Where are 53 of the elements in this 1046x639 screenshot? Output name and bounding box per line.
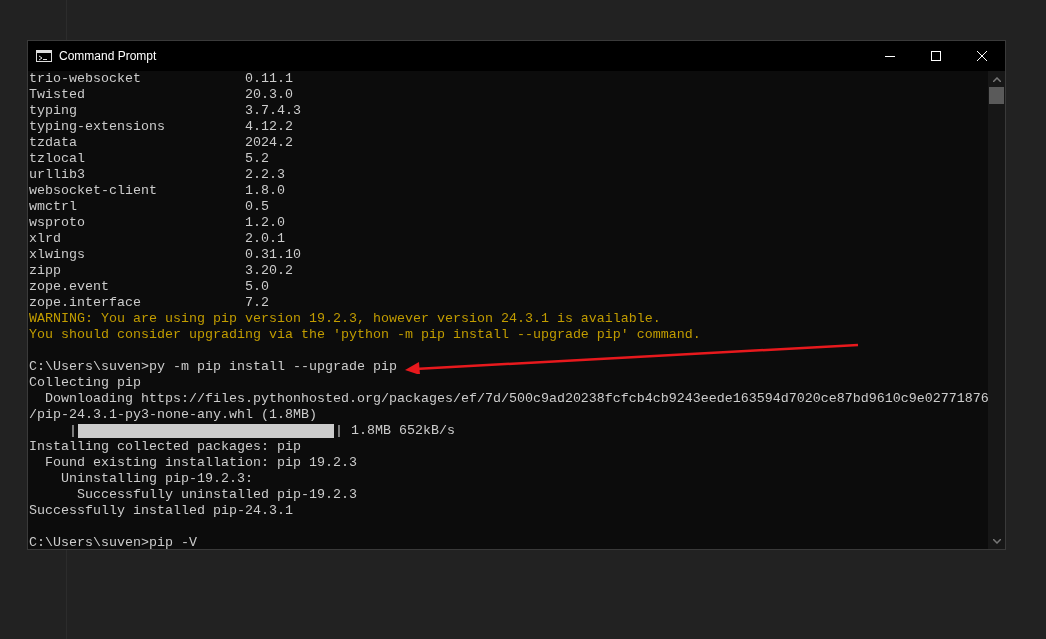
package-name: tzlocal (29, 151, 86, 167)
console-line: Installing collected packages: pip (29, 439, 301, 455)
package-name: typing-extensions (29, 119, 166, 135)
package-version: 1.2.0 (245, 215, 285, 231)
package-name: urllib3 (29, 167, 86, 183)
maximize-icon[interactable] (931, 51, 941, 61)
package-name: wmctrl (29, 199, 78, 215)
console-icon (36, 50, 52, 62)
package-name: typing (29, 103, 78, 119)
package-name: wsproto (29, 215, 86, 231)
package-version: 2.2.3 (245, 167, 285, 183)
package-version: 3.20.2 (245, 263, 293, 279)
package-name: zope.interface (29, 295, 142, 311)
package-version: 3.7.4.3 (245, 103, 301, 119)
console-line: Successfully uninstalled pip-19.2.3 (76, 487, 357, 503)
close-icon[interactable] (977, 51, 987, 61)
package-version: 0.5 (245, 199, 269, 215)
package-version: 2024.2 (245, 135, 293, 151)
progress-edge: | (69, 423, 77, 439)
console-line: Found existing installation: pip 19.2.3 (44, 455, 357, 471)
console-line: /pip-24.3.1-py3-none-any.whl (1.8MB) (29, 407, 317, 423)
progress-reading: | 1.8MB 652kB/s (335, 423, 455, 439)
console-line: Uninstalling pip-19.2.3: (60, 471, 253, 487)
minimize-icon[interactable] (885, 55, 895, 57)
scroll-down-icon[interactable] (992, 539, 1001, 544)
package-name: xlrd (29, 231, 62, 247)
package-name: xlwings (29, 247, 86, 263)
package-version: 4.12.2 (245, 119, 293, 135)
console-line: Successfully installed pip-24.3.1 (29, 503, 293, 519)
scroll-thumb[interactable] (989, 87, 1004, 104)
console-line: C:\Users\suven>pip -V (29, 535, 197, 549)
package-version: 0.31.10 (245, 247, 301, 263)
console-line: C:\Users\suven>py -m pip install --upgrade pip (29, 359, 397, 375)
window-title: Command Prompt (59, 48, 157, 65)
package-name: websocket-client (29, 183, 158, 199)
package-name: zope.event (29, 279, 110, 295)
package-name: trio-websocket (29, 71, 142, 87)
package-version: 20.3.0 (245, 87, 293, 103)
console-line: Collecting pip (29, 375, 141, 391)
package-version: 5.0 (245, 279, 269, 295)
package-version: 2.0.1 (245, 231, 285, 247)
package-name: Twisted (29, 87, 86, 103)
warning-line: WARNING: You are using pip version 19.2.3, however version 24.3.1 is available. (29, 311, 661, 327)
package-version: 0.11.1 (245, 71, 293, 87)
scrollbar[interactable] (988, 71, 1005, 549)
package-version: 5.2 (245, 151, 269, 167)
package-version: 1.8.0 (245, 183, 285, 199)
scroll-up-icon[interactable] (992, 77, 1001, 82)
console-line: Downloading https://files.pythonhosted.org/packages/ef/7d/500c9ad20238fcfcb4cb9243eede163594d7020ce87bd9610c9e02771876 (44, 391, 988, 407)
package-name: tzdata (29, 135, 78, 151)
package-version: 7.2 (245, 295, 269, 311)
warning-line: You should consider upgrading via the 'python -m pip install --upgrade pip' command. (29, 327, 701, 343)
package-name: zipp (29, 263, 62, 279)
